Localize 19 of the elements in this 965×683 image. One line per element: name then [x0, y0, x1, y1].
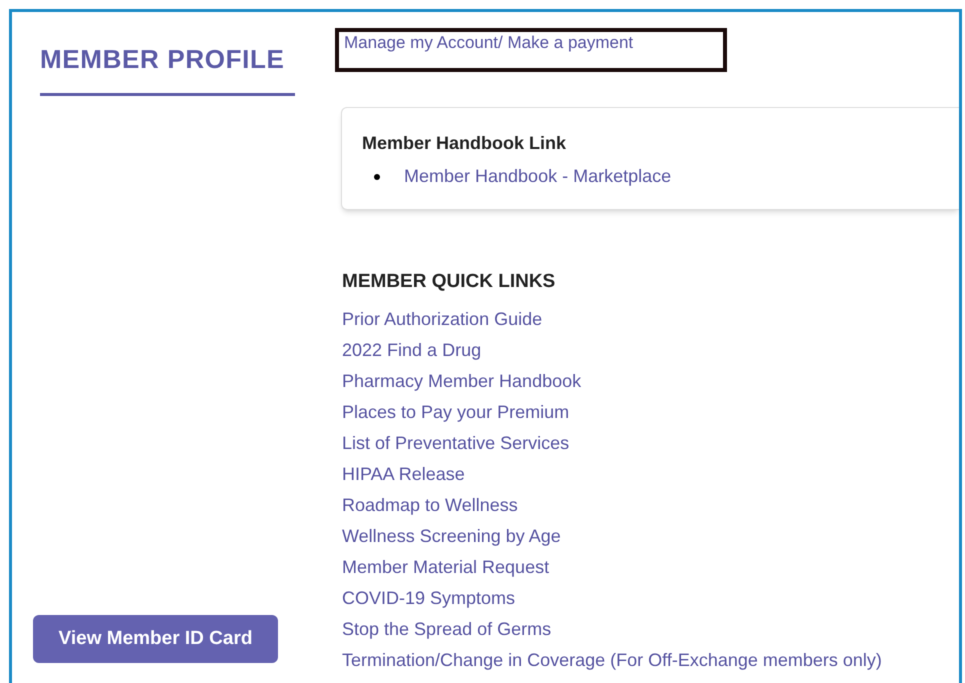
sidebar-title: MEMBER PROFILE	[40, 40, 295, 96]
quick-link[interactable]: List of Preventative Services	[342, 428, 959, 458]
quick-link[interactable]: Places to Pay your Premium	[342, 396, 959, 428]
handbook-card-title: Member Handbook Link	[362, 132, 568, 155]
quick-link[interactable]: HIPAA Release	[342, 458, 959, 490]
quick-link[interactable]: Termination/Change in Coverage (For Off-Exchange members only)	[342, 644, 959, 676]
view-id-card-button[interactable]: View Member ID Card	[33, 615, 278, 663]
quick-link[interactable]: COVID-19 Symptoms	[342, 582, 959, 614]
quick-link[interactable]: Stop the Spread of Germs	[342, 614, 959, 644]
quick-link[interactable]: 2022 Find a Drug	[342, 334, 959, 366]
quick-link[interactable]: Member Material Request	[342, 552, 959, 582]
bullet-icon	[374, 174, 380, 180]
quick-link[interactable]: Prior Authorization Guide	[342, 304, 959, 334]
quick-link[interactable]: Wellness Screening by Age	[342, 520, 959, 552]
manage-account-link[interactable]: Manage my Account/ Make a payment	[344, 33, 634, 52]
quick-links-title: MEMBER QUICK LINKS	[342, 270, 556, 294]
quick-link[interactable]: Pharmacy Member Handbook	[342, 366, 959, 396]
quick-link[interactable]: Roadmap to Wellness	[342, 490, 959, 520]
handbook-link[interactable]: Member Handbook - Marketplace	[404, 163, 672, 190]
